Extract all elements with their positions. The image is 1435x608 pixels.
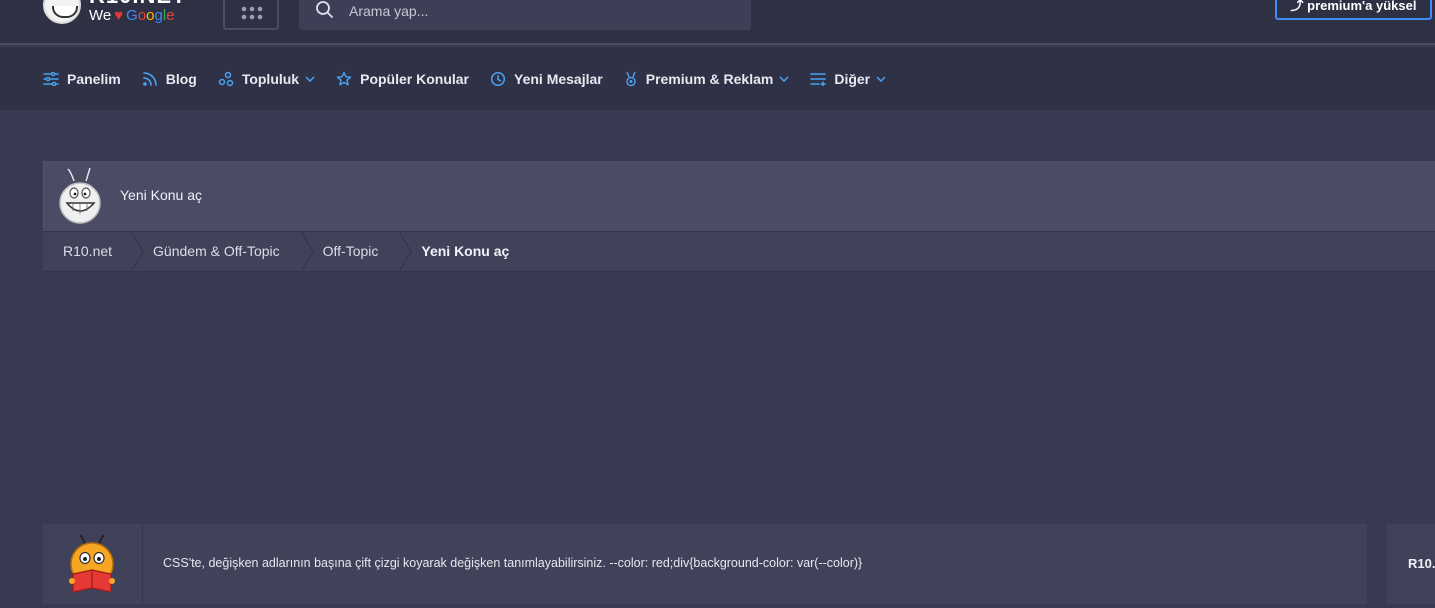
tip-avatar-cell: [43, 524, 143, 604]
chevron-down-icon: [305, 75, 315, 82]
list-icon: [810, 72, 827, 86]
tip-text: CSS'te, değişken adlarının başına çift ç…: [163, 556, 863, 570]
search-icon[interactable]: [315, 0, 335, 20]
nav-item-yeni-mesajlar[interactable]: Yeni Mesajlar: [490, 71, 603, 87]
nav-item-blog[interactable]: Blog: [142, 71, 197, 87]
side-widget: R10.: [1387, 524, 1435, 604]
breadcrumb-item[interactable]: R10.net: [43, 231, 144, 272]
google-letter: o: [146, 7, 155, 24]
google-letter: g: [154, 7, 163, 24]
nav-label: Diğer: [834, 70, 871, 87]
slogan-we: We: [89, 7, 112, 24]
nav-item-populer-konular[interactable]: Popüler Konular: [336, 71, 469, 87]
rss-icon: [142, 71, 157, 86]
nav-item-diger[interactable]: Diğer: [810, 71, 886, 87]
apps-grid-button[interactable]: [223, 0, 279, 30]
nav-label: Topluluk: [241, 70, 300, 87]
nav-label: Premium & Reklam: [645, 70, 774, 87]
breadcrumb-label: Yeni Konu aç: [421, 243, 510, 259]
chevron-down-icon: [876, 75, 886, 82]
nav-label: Yeni Mesajlar: [514, 70, 603, 87]
logo-mascot-icon: [43, 0, 81, 24]
grid-icon: [241, 6, 263, 20]
nav-item-topluluk[interactable]: Topluluk: [218, 71, 315, 87]
reading-mascot-icon: [69, 534, 115, 593]
nav-label: Blog: [165, 70, 197, 87]
breadcrumb-separator-icon: [399, 231, 413, 272]
chevron-down-icon: [779, 75, 789, 82]
premium-upgrade-button[interactable]: ⤴ premium'a yüksel: [1275, 0, 1432, 20]
clock-icon: [490, 71, 506, 86]
breadcrumb-separator-icon: [300, 231, 314, 272]
breadcrumb: R10.net Gündem & Off-Topic Off-Topic Yen…: [43, 231, 1435, 272]
breadcrumb-current: Yeni Konu aç: [400, 231, 531, 272]
sliders-icon: [43, 71, 59, 86]
search-box: [299, 0, 751, 30]
google-letter: G: [126, 7, 138, 24]
breadcrumb-item[interactable]: Gündem & Off-Topic: [132, 231, 314, 272]
star-icon: [336, 71, 352, 85]
side-widget-title: R10.: [1408, 556, 1435, 571]
google-letter: e: [166, 7, 175, 24]
medal-icon: [626, 71, 636, 86]
search-input[interactable]: [349, 0, 739, 26]
nav-item-panelim[interactable]: Panelim: [43, 71, 121, 87]
breadcrumb-label: R10.net: [63, 243, 113, 259]
logo-slogan: We ♥ Google: [89, 7, 175, 24]
breadcrumb-label: Gündem & Off-Topic: [153, 243, 280, 259]
page-title: Yeni Konu aç: [120, 187, 202, 203]
nav-item-premium-reklam[interactable]: Premium & Reklam: [624, 71, 790, 87]
new-thread-header: Yeni Konu aç: [43, 161, 1435, 231]
breadcrumb-label: Off-Topic: [322, 243, 379, 259]
site-logo[interactable]: R10.NET We♥Google: [43, 0, 203, 26]
breadcrumb-separator-icon: [131, 231, 144, 272]
heart-icon: ♥: [114, 7, 124, 24]
breadcrumb-item[interactable]: Off-Topic: [302, 231, 413, 272]
community-icon: [218, 71, 234, 86]
top-header: R10.NET We♥Google ⤴ premium'a yüksel: [0, 0, 1435, 45]
tip-box: CSS'te, değişken adlarının başına çift ç…: [43, 524, 1367, 604]
mascot-avatar-icon: [59, 167, 101, 224]
nav-label: Panelim: [67, 70, 121, 87]
google-letter: o: [137, 7, 147, 24]
main-nav: Panelim Blog Topluluk Popüler Konular Ye…: [0, 47, 1435, 110]
nav-label: Popüler Konular: [360, 70, 470, 87]
